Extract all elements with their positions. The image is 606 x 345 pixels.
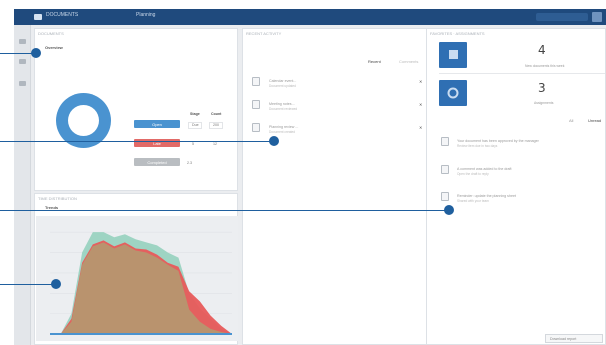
stat-caption: New documents this week (525, 64, 565, 68)
notification-subtitle: Open the draft to reply (457, 172, 489, 176)
home-icon[interactable] (19, 39, 26, 44)
activity-panel: RECENT ACTIVITY Recent Comments Calendar… (242, 28, 436, 345)
download-report-button[interactable]: Download report (545, 334, 603, 343)
search-input[interactable] (536, 13, 588, 21)
circle-icon (439, 80, 467, 106)
document-icon (252, 100, 260, 109)
legend-open[interactable]: Open (134, 120, 180, 128)
nav-planning[interactable]: Planning (136, 12, 155, 18)
stat-caption: Assignments (534, 101, 554, 105)
status-donut (56, 93, 111, 148)
legend-completed[interactable]: Completed (134, 158, 180, 166)
favorites-panel-header: FAVORITES · ASSIGNMENTS (430, 31, 485, 36)
screenshot-stage: DOCUMENTS Planning DOCUMENTS Overview Op… (0, 0, 606, 345)
stat-value: 3 (538, 81, 546, 95)
circle-icon (447, 87, 459, 99)
app-window: DOCUMENTS Planning DOCUMENTS Overview Op… (14, 9, 606, 345)
callout-dot (444, 205, 454, 215)
document-icon (441, 137, 449, 146)
notification-title: Reminder: update the planning sheet (457, 194, 516, 198)
list-item-subtitle: Document updated (269, 84, 296, 88)
document-icon (441, 192, 449, 201)
tab-unread[interactable]: Unread (588, 118, 601, 123)
settings-icon[interactable] (19, 81, 26, 86)
trends-panel-header: TIME DISTRIBUTION (38, 196, 77, 201)
close-icon[interactable]: ✕ (419, 102, 422, 107)
tab-recent[interactable]: Recent (368, 59, 381, 64)
notification-title: A comment was added to the draft (457, 167, 512, 171)
folder-icon (439, 42, 467, 68)
divider (439, 73, 605, 74)
tab-comments[interactable]: Comments (399, 59, 418, 64)
tab-all[interactable]: All (569, 118, 573, 123)
summary-panel-title: Overview (45, 45, 63, 50)
summary-panel-header: DOCUMENTS (38, 31, 64, 36)
document-icon (252, 123, 260, 132)
table-cell: 12 (213, 142, 217, 146)
app-logo-icon (34, 14, 42, 20)
user-avatar[interactable] (592, 12, 602, 22)
document-icon (252, 77, 260, 86)
favorites-panel: FAVORITES · ASSIGNMENTS 4 New documents … (426, 28, 606, 345)
list-item-title: Meeting notes... (269, 102, 295, 106)
table-cell: 5 (192, 142, 194, 146)
callout-line (0, 141, 272, 142)
table-cell: 200 (213, 123, 219, 127)
callout-line (0, 210, 448, 211)
summary-panel: DOCUMENTS Overview Open Late Completed S… (34, 28, 238, 191)
document-icon (441, 165, 449, 174)
callout-dot (51, 279, 61, 289)
trends-panel: TIME DISTRIBUTION Trends (34, 193, 238, 345)
notification-title: Your document has been approved by the m… (457, 139, 539, 143)
list-item-subtitle: Document reviewed (269, 107, 298, 111)
list-item-title: Planning review ... (269, 125, 299, 129)
table-cell: Due (192, 123, 199, 127)
app-title: DOCUMENTS (46, 12, 79, 18)
table-cell: 2.3 (187, 161, 192, 165)
documents-icon[interactable] (19, 59, 26, 64)
table-header-count: Count (211, 112, 222, 116)
activity-panel-header: RECENT ACTIVITY (246, 31, 282, 36)
callout-line (0, 284, 56, 285)
close-icon[interactable]: ✕ (419, 125, 422, 130)
table-header-stage: Stage (190, 112, 200, 116)
notification-subtitle: Review item due in two days (457, 144, 498, 148)
trends-area-chart (36, 216, 238, 341)
callout-dot (269, 136, 279, 146)
download-report-label: Download report (550, 337, 577, 341)
close-icon[interactable]: ✕ (419, 79, 422, 84)
top-bar: DOCUMENTS Planning (14, 9, 606, 25)
stat-value: 4 (538, 43, 546, 57)
list-item-subtitle: Document created (269, 130, 296, 134)
list-item-title: Calendar event... (269, 79, 297, 83)
left-rail (14, 25, 31, 345)
notification-subtitle: Shared with your team (457, 199, 489, 203)
folder-icon (449, 50, 458, 59)
callout-dot (31, 48, 41, 58)
